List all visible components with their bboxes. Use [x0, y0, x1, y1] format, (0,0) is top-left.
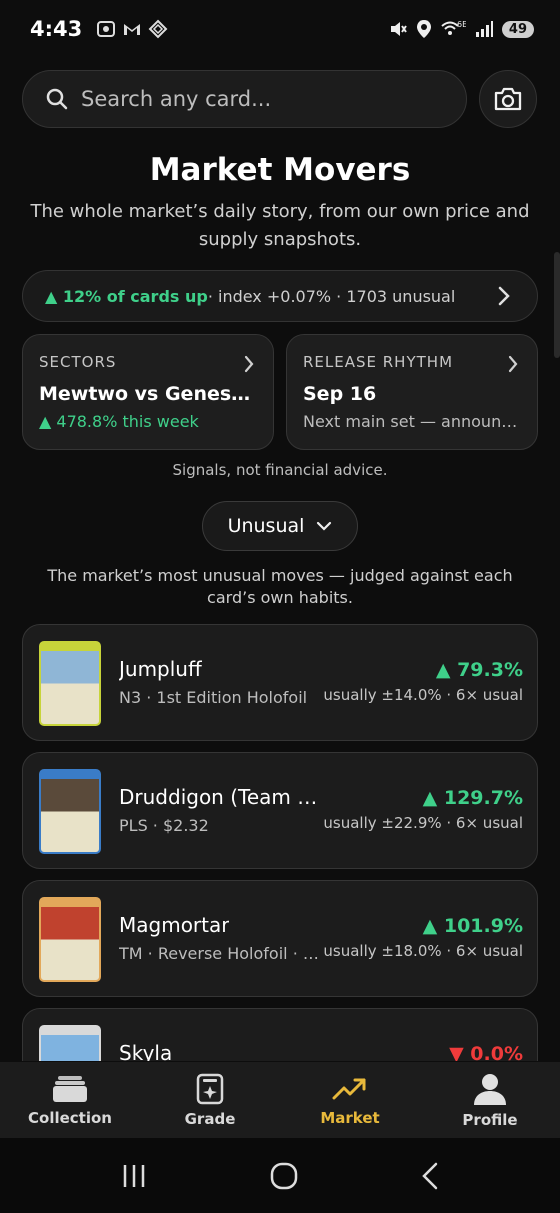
scroll-indicator[interactable]	[554, 252, 560, 358]
sectors-change: ▲ 478.8% this week	[39, 412, 199, 431]
page-subtitle: The whole market’s daily story, from our…	[30, 201, 530, 250]
movers-list[interactable]: Jumpluff N3 · 1st Edition Holofoil ▲ 79.3%…	[22, 624, 538, 1061]
card-thumbnail	[39, 1025, 101, 1061]
nav-market-label: Market	[320, 1108, 380, 1127]
profile-icon	[474, 1073, 506, 1105]
mover-row[interactable]: Magmortar TM · Reverse Holofoil · Uncommo…	[22, 880, 538, 997]
nav-collection-label: Collection	[28, 1108, 112, 1127]
chevron-down-icon	[317, 521, 332, 531]
price-change: ▲ 101.9%	[422, 915, 523, 937]
status-time: 4:43	[30, 17, 83, 41]
system-navigation-bar	[0, 1138, 560, 1213]
nav-grade-label: Grade	[184, 1109, 236, 1128]
card-name: Druddigon (Team Plasma)	[119, 785, 319, 809]
filter-description: The market’s most unusual moves — judged…	[47, 566, 513, 607]
chevron-right-icon	[498, 286, 510, 306]
usual-volatility: usually ±18.0% · 6× usual	[323, 942, 523, 960]
battery-indicator: 49	[501, 20, 534, 38]
release-date: Sep 16	[303, 383, 377, 405]
camera-icon	[494, 87, 522, 111]
card-thumbnail	[39, 641, 101, 726]
index-summary: · index +0.07% · 1703 unusual	[207, 286, 456, 306]
wifi-icon: 6E	[441, 20, 466, 35]
mover-row[interactable]: Skyla ▼ 0.0%	[22, 1008, 538, 1061]
search-bar[interactable]	[22, 70, 467, 128]
chevron-right-icon	[244, 355, 254, 373]
sectors-headline: Mewtwo vs Genesect	[39, 383, 257, 405]
signal-icon	[475, 21, 493, 37]
bottom-navigation: Collection Grade Market Profile	[0, 1062, 560, 1138]
page-title: Market Movers	[149, 152, 411, 188]
release-rhythm-card[interactable]: RELEASE RHYTHM Sep 16 Next main set — an…	[286, 334, 538, 450]
filter-selected-value: Unusual	[227, 515, 305, 537]
home-icon[interactable]	[269, 1161, 299, 1191]
card-name: Jumpluff	[119, 657, 202, 681]
chevron-right-icon	[508, 355, 518, 373]
card-name: Magmortar	[119, 913, 230, 937]
nav-profile-label: Profile	[462, 1110, 518, 1129]
collection-icon	[53, 1075, 87, 1102]
mover-filter-dropdown[interactable]: Unusual	[202, 501, 358, 551]
mover-row[interactable]: Druddigon (Team Plasma) PLS · $2.32 ▲ 129.…	[22, 752, 538, 869]
release-rhythm-label: RELEASE RHYTHM	[303, 353, 454, 371]
card-thumbnail	[39, 769, 101, 854]
search-icon	[46, 88, 68, 110]
cards-up-percentage: ▲ 12% of cards up	[45, 286, 208, 306]
app-diamond-icon	[148, 19, 168, 39]
status-right: 6E 49	[388, 19, 534, 39]
location-icon	[416, 20, 431, 38]
price-change: ▼ 0.0%	[449, 1043, 523, 1061]
back-icon[interactable]	[420, 1161, 440, 1191]
disclaimer: Signals, not financial advice.	[172, 461, 388, 479]
price-change: ▲ 79.3%	[435, 659, 523, 681]
card-meta: TM · Reverse Holofoil · Uncommon	[119, 944, 321, 963]
mute-icon	[390, 22, 407, 36]
notification-icons	[96, 19, 168, 39]
nav-collection[interactable]: Collection	[0, 1062, 140, 1138]
price-change: ▲ 129.7%	[422, 787, 523, 809]
nav-market[interactable]: Market	[280, 1062, 420, 1138]
sectors-card[interactable]: SECTORS Mewtwo vs Genesect ▲ 478.8% this…	[22, 334, 274, 450]
sectors-label: SECTORS	[39, 353, 117, 371]
screenshot-icon	[97, 21, 116, 37]
usual-volatility: usually ±14.0% · 6× usual	[323, 686, 523, 704]
card-name: Skyla	[119, 1041, 173, 1061]
mover-row[interactable]: Jumpluff N3 · 1st Edition Holofoil ▲ 79.3%…	[22, 624, 538, 741]
network-type: 6E	[457, 20, 466, 29]
nav-grade[interactable]: Grade	[140, 1062, 280, 1138]
recent-apps-icon[interactable]	[120, 1163, 148, 1189]
status-bar: 4:43 6E 49	[0, 0, 560, 58]
camera-scan-button[interactable]	[479, 70, 537, 128]
usual-volatility: usually ±22.9% · 6× usual	[323, 814, 523, 832]
status-left: 4:43	[30, 17, 168, 41]
card-thumbnail	[39, 897, 101, 982]
nav-profile[interactable]: Profile	[420, 1062, 560, 1138]
card-meta: PLS · $2.32	[119, 816, 209, 835]
search-input[interactable]	[81, 87, 441, 111]
release-note: Next main set — announced	[303, 412, 521, 431]
trending-up-icon	[332, 1078, 366, 1099]
card-meta: N3 · 1st Edition Holofoil	[119, 688, 308, 707]
gmail-icon	[124, 24, 141, 35]
grade-icon	[196, 1073, 224, 1104]
market-pulse-bar[interactable]: ▲ 12% of cards up · index +0.07% · 1703 …	[22, 270, 538, 322]
